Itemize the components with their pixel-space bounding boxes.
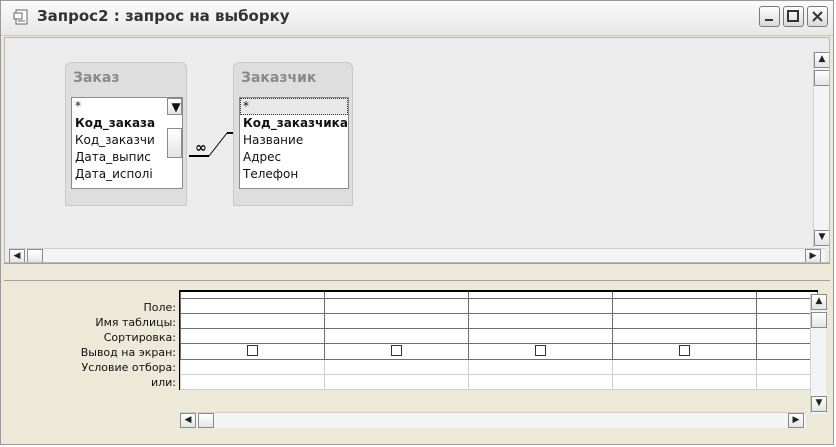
sort-cell[interactable] bbox=[612, 328, 757, 344]
scroll-right-icon[interactable]: ▶ bbox=[805, 249, 821, 262]
scroll-thumb[interactable] bbox=[167, 128, 182, 158]
row-label-table: Имя таблицы: bbox=[95, 316, 176, 329]
field-item[interactable]: Код_заказа bbox=[72, 115, 182, 132]
field-cell[interactable] bbox=[756, 298, 818, 314]
close-button[interactable] bbox=[807, 6, 828, 27]
query-window: Запрос2 : запрос на выборку Заказ * Код_… bbox=[0, 0, 834, 445]
field-cell[interactable] bbox=[612, 298, 757, 314]
or-cell[interactable] bbox=[612, 374, 757, 390]
maximize-button[interactable] bbox=[783, 6, 804, 27]
title-bar[interactable]: Запрос2 : запрос на выборку bbox=[1, 1, 833, 36]
scroll-right-icon[interactable]: ▶ bbox=[788, 413, 804, 428]
field-cell[interactable] bbox=[468, 298, 613, 314]
column-selector[interactable] bbox=[756, 290, 818, 299]
table-name-cell[interactable] bbox=[324, 313, 469, 329]
designer-horizontal-scrollbar[interactable]: ◀ ▶ bbox=[9, 248, 825, 262]
field-item[interactable]: * bbox=[240, 98, 348, 115]
field-item[interactable]: * bbox=[72, 98, 182, 115]
scroll-up-icon[interactable]: ▲ bbox=[814, 52, 829, 68]
row-label-show: Вывод на экран: bbox=[80, 346, 176, 359]
show-checkbox[interactable] bbox=[247, 345, 258, 356]
field-item[interactable]: Телефон bbox=[240, 166, 348, 183]
sort-cell[interactable] bbox=[324, 328, 469, 344]
criteria-cell[interactable] bbox=[612, 359, 757, 375]
scroll-down-icon[interactable]: ▼ bbox=[167, 98, 182, 115]
show-cell[interactable] bbox=[756, 343, 818, 360]
field-list[interactable]: * Код_заказа Код_заказчи Дата_выпис Дата… bbox=[71, 97, 183, 189]
scroll-thumb[interactable] bbox=[814, 70, 829, 86]
grid-horizontal-scrollbar[interactable]: ◀ ▶ bbox=[180, 412, 806, 428]
field-cell[interactable] bbox=[324, 298, 469, 314]
scroll-thumb[interactable] bbox=[811, 312, 827, 328]
scroll-thumb[interactable] bbox=[198, 413, 214, 428]
show-cell bbox=[324, 343, 469, 360]
criteria-cell[interactable] bbox=[180, 359, 325, 375]
field-item[interactable]: Название bbox=[240, 132, 348, 149]
table-name-cell[interactable] bbox=[180, 313, 325, 329]
table-pane: Заказ * Код_заказа Код_заказчи Дата_выпи… bbox=[4, 37, 830, 263]
field-item[interactable]: Код_заказчи bbox=[72, 132, 182, 149]
scroll-left-icon[interactable]: ◀ bbox=[9, 249, 25, 262]
sort-cell[interactable] bbox=[756, 328, 818, 344]
column-selector[interactable] bbox=[324, 290, 469, 299]
table-name-cell[interactable] bbox=[468, 313, 613, 329]
or-cell[interactable] bbox=[468, 374, 613, 390]
or-cell[interactable] bbox=[756, 374, 818, 390]
show-checkbox[interactable] bbox=[535, 345, 546, 356]
field-list-scrollbar[interactable]: ▲ ▼ bbox=[167, 98, 182, 158]
table-name-cell[interactable] bbox=[756, 313, 818, 329]
or-cell[interactable] bbox=[324, 374, 469, 390]
table-zakaz[interactable]: Заказ * Код_заказа Код_заказчи Дата_выпи… bbox=[65, 62, 187, 206]
many-side-label: ∞ bbox=[195, 140, 207, 156]
sort-cell[interactable] bbox=[468, 328, 613, 344]
qbe-grid bbox=[179, 290, 818, 390]
show-cell bbox=[612, 343, 757, 360]
field-item[interactable]: Код_заказчика bbox=[240, 115, 348, 132]
show-cell bbox=[180, 343, 325, 360]
show-cell bbox=[468, 343, 613, 360]
qbe-grid-pane: Поле: Имя таблицы: Сортировка: Вывод на … bbox=[4, 282, 830, 444]
field-item[interactable]: Адрес bbox=[240, 149, 348, 166]
row-label-sort: Сортировка: bbox=[103, 331, 176, 344]
criteria-cell[interactable] bbox=[756, 359, 818, 375]
query-icon bbox=[13, 9, 29, 25]
sort-cell[interactable] bbox=[180, 328, 325, 344]
grid-vertical-scrollbar[interactable]: ▲ ▼ bbox=[810, 294, 827, 414]
field-item[interactable]: Дата_выпис bbox=[72, 149, 182, 166]
table-title[interactable]: Заказчик bbox=[241, 70, 316, 86]
column-selector[interactable] bbox=[612, 290, 757, 299]
pane-splitter[interactable] bbox=[4, 263, 830, 281]
criteria-cell[interactable] bbox=[324, 359, 469, 375]
show-checkbox[interactable] bbox=[679, 345, 690, 356]
table-zakazchik[interactable]: Заказчик * Код_заказчика Название Адрес … bbox=[233, 62, 353, 206]
scroll-up-icon[interactable]: ▲ bbox=[811, 294, 827, 310]
field-list[interactable]: * Код_заказчика Название Адрес Телефон bbox=[239, 97, 349, 189]
field-item[interactable]: Дата_исполі bbox=[72, 166, 182, 183]
minimize-button[interactable] bbox=[759, 6, 780, 27]
scroll-down-icon[interactable]: ▼ bbox=[811, 396, 827, 412]
column-selector[interactable] bbox=[180, 290, 325, 299]
row-label-criteria: Условие отбора: bbox=[81, 361, 177, 374]
window-title: Запрос2 : запрос на выборку bbox=[37, 7, 290, 25]
row-label-field: Поле: bbox=[143, 301, 176, 314]
or-cell[interactable] bbox=[180, 374, 325, 390]
designer-vertical-scrollbar[interactable]: ▲ ▼ bbox=[813, 52, 829, 248]
show-checkbox[interactable] bbox=[391, 345, 402, 356]
table-title[interactable]: Заказ bbox=[73, 70, 119, 86]
scroll-thumb[interactable] bbox=[27, 249, 43, 262]
scroll-left-icon[interactable]: ◀ bbox=[180, 413, 196, 428]
field-cell[interactable] bbox=[180, 298, 325, 314]
criteria-cell[interactable] bbox=[468, 359, 613, 375]
table-name-cell[interactable] bbox=[612, 313, 757, 329]
column-selector[interactable] bbox=[468, 290, 613, 299]
row-label-or: или: bbox=[150, 376, 176, 389]
scroll-down-icon[interactable]: ▼ bbox=[814, 230, 829, 246]
row-labels: Поле: Имя таблицы: Сортировка: Вывод на … bbox=[4, 290, 176, 390]
